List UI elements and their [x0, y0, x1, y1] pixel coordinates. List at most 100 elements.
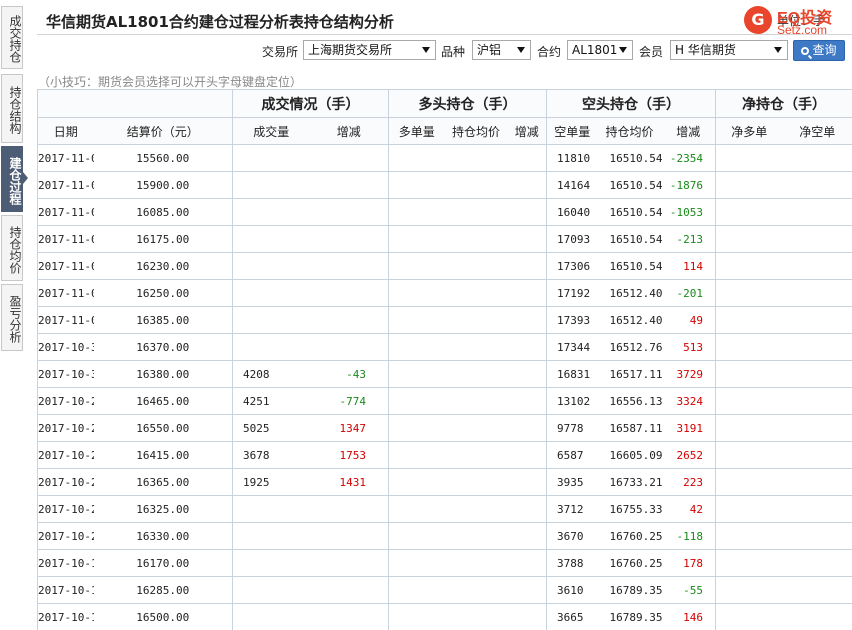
- cell-short-qty: 9778: [546, 414, 598, 442]
- cell-volume: [232, 576, 310, 604]
- cell-date: 2017-11-06: [37, 225, 94, 253]
- cell-long-change: [507, 225, 547, 253]
- col-net-long[interactable]: 净多单: [715, 117, 783, 145]
- cell-long-qty: [388, 306, 445, 334]
- filter-bar: 交易所 上海期货交易所 品种 沪铝 合约 AL1801 会员 H 华信期货 查询: [0, 40, 852, 62]
- tab-position-structure[interactable]: 持仓结构: [1, 74, 23, 143]
- cell-volume-change: [309, 225, 389, 253]
- variety-select[interactable]: 沪铝: [472, 40, 531, 60]
- cell-short-qty: 3935: [546, 468, 598, 496]
- member-select[interactable]: H 华信期货: [670, 40, 788, 60]
- cell-long-avg: [444, 549, 508, 577]
- cell-net-short: [782, 603, 852, 630]
- col-long-qty[interactable]: 多单量: [388, 117, 445, 145]
- cell-date: 2017-10-19: [37, 549, 94, 577]
- cell-volume: [232, 549, 310, 577]
- tab-avg-price[interactable]: 持仓均价: [1, 215, 23, 281]
- col-short-change[interactable]: 增减: [661, 117, 716, 145]
- contract-label: 合约: [537, 45, 562, 59]
- cell-volume: 4208: [232, 360, 310, 388]
- table-row: 2017-10-3116370.00 1734416512.76513: [37, 333, 852, 361]
- cell-short-qty: 13102: [546, 387, 598, 415]
- table-row: 2017-10-2516415.0036781753 658716605.0926…: [37, 441, 852, 469]
- cell-short-avg: 16605.09: [597, 441, 662, 469]
- cell-volume-change: -43: [309, 360, 389, 388]
- col-volume[interactable]: 成交量: [232, 117, 310, 145]
- cell-long-change: [507, 576, 547, 604]
- cell-long-change: [507, 252, 547, 280]
- cell-net-short: [782, 468, 852, 496]
- chevron-down-icon: [774, 47, 782, 53]
- cell-short-change: 146: [661, 603, 716, 630]
- cell-volume: [232, 252, 310, 280]
- cell-long-avg: [444, 387, 508, 415]
- cell-long-qty: [388, 279, 445, 307]
- cell-long-qty: [388, 468, 445, 496]
- cell-short-qty: 6587: [546, 441, 598, 469]
- query-button[interactable]: 查询: [793, 40, 845, 61]
- cell-net-long: [715, 198, 783, 226]
- col-long-change[interactable]: 增减: [507, 117, 547, 145]
- cell-volume-change: [309, 495, 389, 523]
- cell-short-avg: 16512.76: [597, 333, 662, 361]
- cell-short-avg: 16556.13: [597, 387, 662, 415]
- cell-long-avg: [444, 306, 508, 334]
- cell-long-change: [507, 414, 547, 442]
- group-header-net: 净持仓（手）: [715, 89, 852, 118]
- cell-net-long: [715, 522, 783, 550]
- cell-long-change: [507, 495, 547, 523]
- table-row: 2017-11-0716085.00 1604016510.54-1053: [37, 198, 852, 226]
- table-row: 2017-10-2716465.004251-774 1310216556.133…: [37, 387, 852, 415]
- cell-volume-change: [309, 306, 389, 334]
- col-short-avg[interactable]: 持仓均价: [597, 117, 662, 145]
- tab-build-process[interactable]: 建仓过程: [1, 146, 23, 212]
- col-short-qty[interactable]: 空单量: [546, 117, 598, 145]
- cell-volume: [232, 333, 310, 361]
- cell-volume-change: [309, 252, 389, 280]
- cell-long-avg: [444, 441, 508, 469]
- col-date[interactable]: 日期: [37, 117, 94, 145]
- cell-date: 2017-10-20: [37, 522, 94, 550]
- cell-settle-price: 16550.00: [93, 414, 233, 442]
- cell-short-avg: 16512.40: [597, 306, 662, 334]
- cell-long-qty: [388, 495, 445, 523]
- col-net-short[interactable]: 净空单: [782, 117, 852, 145]
- cell-short-avg: 16510.54: [597, 225, 662, 253]
- cell-net-short: [782, 306, 852, 334]
- cell-volume: [232, 522, 310, 550]
- exchange-select[interactable]: 上海期货交易所: [303, 40, 436, 60]
- cell-short-qty: 17306: [546, 252, 598, 280]
- brand-logo[interactable]: G EQ投资 Setz.com: [744, 4, 852, 37]
- cell-volume: 1925: [232, 468, 310, 496]
- col-settle-price[interactable]: 结算价（元）: [93, 117, 233, 145]
- cell-net-long: [715, 333, 783, 361]
- cell-long-avg: [444, 171, 508, 199]
- cell-volume: [232, 279, 310, 307]
- cell-date: 2017-10-18: [37, 576, 94, 604]
- col-volume-change[interactable]: 增减: [309, 117, 389, 145]
- cell-short-avg: 16755.33: [597, 495, 662, 523]
- cell-net-short: [782, 333, 852, 361]
- cell-long-avg: [444, 414, 508, 442]
- cell-short-avg: 16789.35: [597, 603, 662, 630]
- cell-long-qty: [388, 549, 445, 577]
- search-icon: [801, 47, 810, 55]
- cell-date: 2017-11-01: [37, 306, 94, 334]
- contract-select[interactable]: AL1801: [567, 40, 633, 60]
- cell-settle-price: 16380.00: [93, 360, 233, 388]
- col-long-avg[interactable]: 持仓均价: [444, 117, 508, 145]
- cell-long-qty: [388, 171, 445, 199]
- tab-pnl-analysis[interactable]: 盈亏分析: [1, 284, 23, 351]
- cell-long-change: [507, 198, 547, 226]
- cell-net-short: [782, 549, 852, 577]
- cell-date: 2017-10-24: [37, 468, 94, 496]
- cell-short-change: 42: [661, 495, 716, 523]
- cell-net-short: [782, 387, 852, 415]
- cell-net-long: [715, 279, 783, 307]
- cell-settle-price: 16365.00: [93, 468, 233, 496]
- cell-volume-change: [309, 333, 389, 361]
- cell-net-short: [782, 360, 852, 388]
- cell-volume: 3678: [232, 441, 310, 469]
- cell-date: 2017-10-23: [37, 495, 94, 523]
- cell-net-short: [782, 522, 852, 550]
